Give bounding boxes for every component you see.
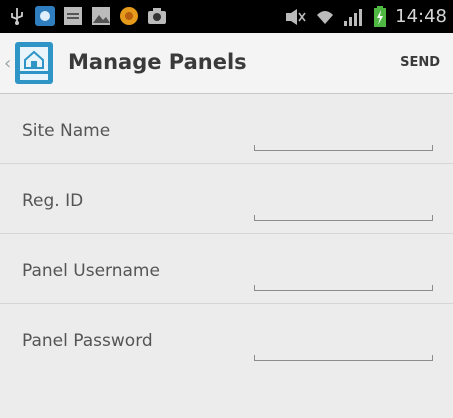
usb-icon	[11, 8, 23, 25]
status-bar: 14:48	[0, 0, 453, 33]
field-tick	[432, 145, 433, 151]
camera-icon	[148, 8, 166, 24]
panel-username-label: Panel Username	[22, 261, 160, 281]
chevron-left-icon[interactable]: ‹	[4, 53, 11, 74]
panel-username-row: Panel Username	[0, 234, 453, 304]
field-tick	[432, 285, 433, 291]
app-badge-icon	[35, 6, 55, 26]
reg-id-field[interactable]	[254, 204, 432, 221]
field-tick	[254, 145, 255, 151]
image-icon	[92, 7, 110, 25]
field-tick	[254, 215, 255, 221]
site-name-label: Site Name	[22, 121, 111, 141]
action-bar: ‹ Manage Panels SEND	[0, 33, 453, 94]
sim-icon	[64, 7, 82, 25]
reg-id-label: Reg. ID	[22, 191, 84, 211]
status-clock: 14:48	[395, 6, 447, 27]
home-app-icon[interactable]	[15, 42, 53, 84]
mute-icon	[286, 8, 306, 25]
panel-password-field[interactable]	[254, 344, 432, 361]
field-tick	[254, 355, 255, 361]
page-title: Manage Panels	[68, 50, 247, 74]
battery-charging-icon	[374, 5, 387, 27]
signal-icon	[344, 8, 363, 26]
panel-password-label: Panel Password	[22, 331, 153, 351]
site-name-field[interactable]	[254, 134, 432, 151]
panel-username-field[interactable]	[254, 274, 432, 291]
reg-id-row: Reg. ID	[0, 164, 453, 234]
field-tick	[432, 355, 433, 361]
wifi-icon	[317, 10, 334, 24]
site-name-row: Site Name	[0, 94, 453, 164]
orange-app-icon	[120, 7, 138, 25]
panel-password-row: Panel Password	[0, 304, 453, 373]
field-tick	[254, 285, 255, 291]
panel-form: Site Name Reg. ID Panel Username Panel P…	[0, 94, 453, 373]
field-tick	[432, 215, 433, 221]
send-button[interactable]: SEND	[400, 55, 440, 70]
